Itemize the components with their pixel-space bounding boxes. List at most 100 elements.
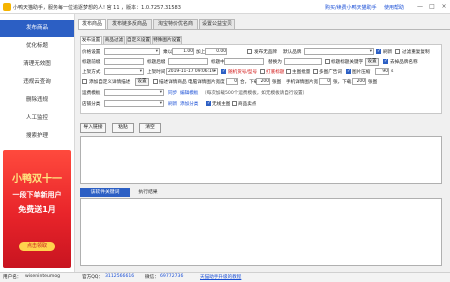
- upgrade-tutorial-link[interactable]: 天猫助手升级的教程: [200, 274, 241, 280]
- mobile-count-label: 张，下载: [333, 80, 352, 85]
- paste-button[interactable]: 粘贴: [112, 123, 134, 133]
- filter-duplicate-label: 过滤重复复制: [402, 50, 430, 55]
- delivery-checkbox[interactable]: [260, 69, 265, 74]
- no-brand-checkbox[interactable]: [247, 49, 252, 54]
- category-label: 店铺分类: [82, 102, 101, 107]
- minimize-icon[interactable]: —: [416, 3, 424, 10]
- subtab-filter[interactable]: 商品过滤: [103, 36, 125, 44]
- category-select[interactable]: [104, 100, 164, 107]
- title-replace-input[interactable]: [224, 58, 264, 65]
- tab-special-price[interactable]: 淘宝特价优名商: [153, 19, 198, 29]
- clear-button[interactable]: 清空: [139, 123, 161, 133]
- title-keyword-label: 标题标题关键字: [331, 60, 364, 65]
- results-area[interactable]: [80, 198, 442, 266]
- mobile-unit: 张图: [368, 80, 378, 85]
- freight-label: 运费模板: [82, 91, 101, 96]
- sidebar-item-violation-query[interactable]: 违规云查询: [0, 74, 74, 91]
- default-brand-select[interactable]: [304, 48, 374, 55]
- refresh-label: 刷新: [383, 50, 393, 55]
- promo-line2: 免费送1月: [18, 205, 56, 214]
- no-brand-label: 发布无品牌: [254, 50, 277, 55]
- maximize-icon[interactable]: □: [428, 3, 436, 10]
- close-icon[interactable]: ×: [440, 3, 448, 10]
- wechat-value[interactable]: 69772736: [160, 274, 183, 279]
- freight-edit-link[interactable]: 编辑模板: [180, 90, 198, 96]
- title-keyword-settings-button[interactable]: 设置: [365, 58, 379, 66]
- multiply-label: 乘以: [163, 50, 173, 55]
- sell-point-checkbox[interactable]: [232, 101, 237, 106]
- freight-sync-link[interactable]: 同步: [168, 90, 177, 96]
- wechat-label: 微信：: [145, 275, 159, 280]
- random-id-checkbox[interactable]: [221, 69, 226, 74]
- pc-count-input[interactable]: 200: [256, 78, 270, 85]
- qq-value[interactable]: 3112566616: [105, 274, 134, 279]
- replace-to-input[interactable]: [284, 58, 322, 65]
- add-desc-checkbox[interactable]: [82, 79, 87, 84]
- links-textarea[interactable]: [80, 136, 442, 184]
- multiply-input[interactable]: 1.00: [172, 48, 194, 55]
- help-link[interactable]: 使用帮助: [384, 4, 404, 11]
- tab-exec-result[interactable]: 执行结果: [132, 188, 164, 197]
- sidebar-item-manual-monitor[interactable]: 人工监控: [0, 110, 74, 127]
- title-suffix-label: 标题后缀: [147, 60, 166, 65]
- filter-duplicate-checkbox[interactable]: [395, 49, 400, 54]
- sidebar-item-delete-violation[interactable]: 删除违规: [0, 92, 74, 109]
- default-brand-label: 默认品牌: [283, 50, 302, 55]
- sidebar-item-optimize-title[interactable]: 优化标题: [0, 38, 74, 55]
- window-title: 小鸭天猫助手，服务每一位追逐梦想的人! 官 11 ，版本：1.0.7257.31…: [13, 5, 181, 11]
- pc-width-input[interactable]: 0: [226, 78, 238, 85]
- no-hot-label: 无线主图: [212, 102, 231, 107]
- category-add-link[interactable]: 添加分类: [180, 101, 198, 107]
- compress-unit: s: [391, 69, 394, 74]
- title-prefix-label: 标题前缀: [82, 60, 101, 65]
- no-hot-checkbox[interactable]: [206, 101, 211, 106]
- tab-multi-publish[interactable]: 发布链多反商品: [107, 19, 152, 29]
- delivery-label: 打底标题: [266, 70, 285, 75]
- mobile-width-input[interactable]: 0: [319, 78, 331, 85]
- title-keyword-checkbox[interactable]: [325, 59, 330, 64]
- user-label: 用户名：: [3, 275, 22, 280]
- title-suffix-input[interactable]: [168, 58, 208, 65]
- shelf-label: 上架方式: [82, 70, 101, 75]
- pc-unit: 张图: [272, 80, 282, 85]
- multi-image-checkbox[interactable]: [313, 69, 318, 74]
- sidebar-item-clean-images[interactable]: 清理无效图: [0, 56, 74, 73]
- sidebar-item-publish[interactable]: 发布商品: [0, 20, 74, 37]
- sidebar-item-search-care[interactable]: 搜索护理: [0, 128, 74, 145]
- replace-to-label: 替换为: [268, 60, 282, 65]
- add-desc-settings-button[interactable]: 设置: [135, 78, 149, 86]
- qq-label: 官方QQ：: [82, 275, 104, 280]
- sell-point-label: 商品卖点: [238, 102, 257, 107]
- tab-charity[interactable]: 设置公益宝贝: [199, 19, 235, 29]
- shelf-select[interactable]: [104, 68, 144, 75]
- image-compress-label: 图片压缩: [352, 70, 371, 75]
- main-image-label: 主图批量: [292, 70, 311, 75]
- mobile-width-label: 手机详情图片宽: [286, 80, 319, 85]
- shelf-time-input[interactable]: 2019-11-17 09:06:19: [166, 68, 218, 75]
- image-compress-checkbox[interactable]: [346, 69, 351, 74]
- remove-brand-label: 去掉品牌名称: [390, 60, 418, 65]
- import-links-button[interactable]: 导入链接: [80, 123, 106, 133]
- price-select[interactable]: [104, 48, 160, 55]
- promo-claim-button[interactable]: 点击领取: [19, 242, 55, 251]
- subtab-custom[interactable]: 自定义设置: [126, 36, 151, 44]
- promo-banner[interactable]: 小鸭双十一 一段下单新用户 免费送1月 点击领取: [3, 150, 71, 268]
- desc-detail-checkbox[interactable]: [153, 79, 158, 84]
- category-refresh-link[interactable]: 刷新: [168, 101, 177, 107]
- title-prefix-input[interactable]: [104, 58, 144, 65]
- refresh-checkbox[interactable]: [376, 49, 381, 54]
- buy-link[interactable]: 购买/续费小鸭天猫助手: [325, 4, 377, 11]
- mobile-count-input[interactable]: 200: [352, 78, 366, 85]
- freight-select[interactable]: [104, 89, 164, 96]
- multi-image-label: 多图广告词: [319, 70, 342, 75]
- freight-note: （每次加载500个运费模板，如无模板请自行设置）: [202, 91, 308, 96]
- remove-brand-checkbox[interactable]: [383, 59, 388, 64]
- main-image-checkbox[interactable]: [286, 69, 291, 74]
- tab-keyword[interactable]: 该软件关键词: [80, 188, 130, 197]
- add-input[interactable]: 0.00: [205, 48, 227, 55]
- price-label: 价格设置: [82, 50, 101, 55]
- add-label: 加上: [196, 50, 206, 55]
- compress-input[interactable]: 90: [375, 68, 389, 75]
- subtab-publish-settings[interactable]: 发布设置: [80, 36, 102, 44]
- subtab-image-settings[interactable]: 特殊图片设置: [152, 36, 182, 44]
